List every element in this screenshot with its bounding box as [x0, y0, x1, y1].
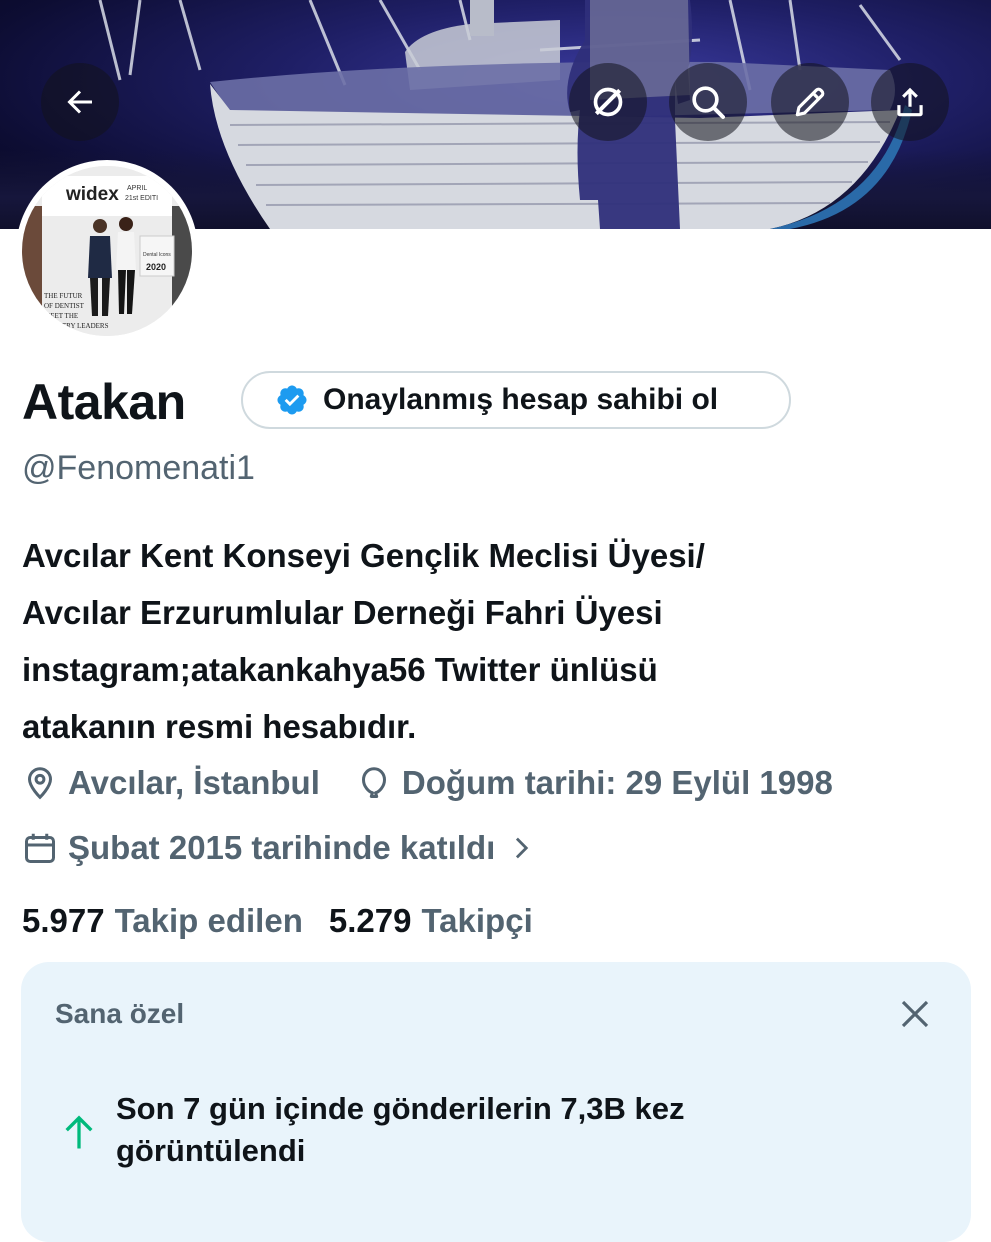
search-button[interactable] — [669, 63, 747, 141]
grok-icon — [593, 87, 623, 117]
edit-button[interactable] — [771, 63, 849, 141]
get-verified-label: Onaylanmış hesap sahibi ol — [323, 383, 719, 416]
profile-avatar[interactable]: widex APRIL 21st EDITI Dental Icons 2020… — [16, 160, 198, 342]
avatar-wall-text-3: MEET THE — [44, 312, 78, 320]
following-link[interactable]: 5.977 Takip edilen — [22, 899, 303, 943]
chevron-right-icon — [516, 837, 529, 859]
search-icon — [692, 86, 725, 119]
profile-joined-row[interactable]: Şubat 2015 tarihinde katıldı — [22, 826, 545, 870]
profile-joined-date: Şubat 2015 tarihinde katıldı — [68, 829, 496, 866]
share-icon — [897, 87, 923, 117]
close-icon[interactable] — [899, 998, 931, 1030]
bio-line: instagram;atakankahya56 Twitter ünlüsü — [22, 651, 658, 688]
followers-label: Takipçi — [421, 902, 533, 939]
profile-handle: @Fenomenati1 — [22, 449, 255, 487]
profile-location: Avcılar, İstanbul — [68, 764, 320, 801]
avatar-photo-scene: widex APRIL 21st EDITI Dental Icons 2020… — [22, 166, 192, 336]
following-count: 5.977 — [22, 902, 105, 939]
avatar-poster-year: 2020 — [146, 262, 166, 272]
location-pin-icon — [27, 767, 53, 800]
get-verified-button[interactable]: Onaylanmış hesap sahibi ol — [241, 371, 791, 429]
avatar-sign-widex: widex — [65, 184, 119, 205]
bio-line: Avcılar Kent Konseyi Gençlik Meclisi Üye… — [22, 537, 705, 574]
back-arrow-icon — [67, 90, 92, 114]
verified-badge-icon — [277, 385, 307, 415]
edit-pencil-icon — [795, 87, 825, 117]
following-label: Takip edilen — [114, 902, 303, 939]
avatar-wall-text-1: THE FUTUR — [44, 292, 83, 300]
avatar-sign-april: APRIL — [127, 185, 147, 192]
profile-birthday: Doğum tarihi: 29 Eylül 1998 — [401, 764, 833, 801]
follow-counts: 5.977 Takip edilen 5.279 Takipçi — [22, 899, 533, 943]
bio-line: Avcılar Erzurumlular Derneği Fahri Üyesi — [22, 594, 663, 631]
avatar-sign-edition: 21st EDITI — [125, 195, 158, 202]
bio-line: atakanın resmi hesabıdır. — [22, 708, 417, 745]
avatar-wall-text-4: STRY LEADERS — [58, 322, 109, 330]
profile-meta-row-1: Avcılar, İstanbul Doğum tarihi: 29 Eylül… — [22, 761, 833, 805]
avatar-poster-title: Dental Icons — [143, 252, 171, 258]
avatar-photo: widex APRIL 21st EDITI Dental Icons 2020… — [22, 166, 192, 336]
share-button[interactable] — [871, 63, 949, 141]
back-button[interactable] — [41, 63, 119, 141]
card-title: Sana özel — [55, 998, 185, 1029]
trend-up-arrow-icon — [65, 1115, 93, 1149]
avatar-wall-text-2: OF DENTIST — [44, 302, 85, 310]
for-you-insight-card[interactable]: Sana özel Son 7 gün içinde gönderilerin … — [21, 962, 971, 1242]
profile-bio: Avcılar Kent Konseyi Gençlik Meclisi Üye… — [22, 527, 972, 755]
followers-count: 5.279 — [328, 902, 412, 939]
followers-link[interactable]: 5.279 Takipçi — [329, 899, 533, 943]
card-message: Son 7 gün içinde gönderilerin 7,3B kez g… — [116, 1091, 685, 1168]
profile-name: Atakan — [22, 374, 186, 430]
birthday-balloon-icon — [361, 767, 386, 798]
calendar-icon — [25, 833, 55, 863]
grok-button[interactable] — [569, 63, 647, 141]
